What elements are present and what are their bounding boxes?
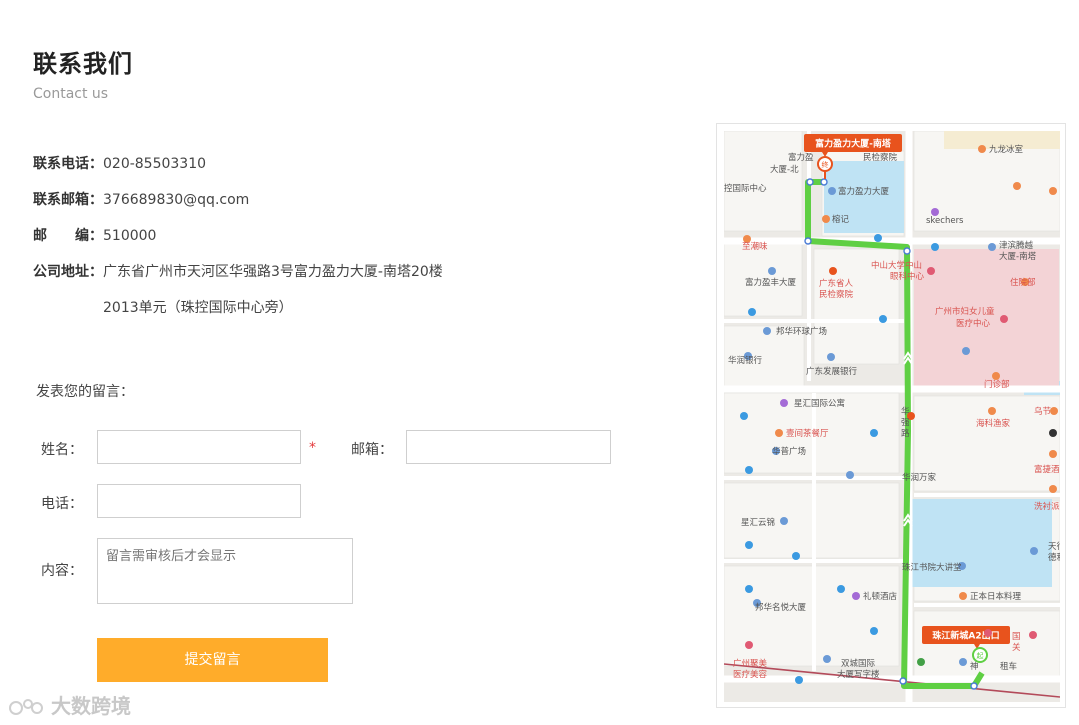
watermark-text: 大数跨境 xyxy=(50,694,131,718)
place-label: 神 xyxy=(970,661,979,672)
place-label: 富力盈力大厦 xyxy=(838,186,890,197)
place-label: 至潮味 xyxy=(742,241,768,252)
place-label: 珠江书院大讲堂 xyxy=(902,562,962,573)
name-input[interactable] xyxy=(97,430,301,464)
place-label: 广州市妇女儿童 xyxy=(935,306,995,317)
place-label: 华润万家 xyxy=(902,472,937,483)
place-label: skechers xyxy=(926,216,964,226)
content-textarea[interactable] xyxy=(97,538,353,604)
zip-value: 510000 xyxy=(103,228,157,244)
place-label: 大厦-北 xyxy=(770,164,799,175)
place-label: 中山大学中山 xyxy=(871,260,922,271)
place-label: 华 xyxy=(901,406,910,417)
place-label: 洗衬派 xyxy=(1034,501,1060,512)
place-label: 控国际中心 xyxy=(724,183,767,194)
phone-row: 联系电话：020-85503310 xyxy=(33,153,206,173)
place-label: 双城国际 xyxy=(841,659,876,669)
place-label: 大厦-南塔 xyxy=(999,251,1037,262)
place-label: 九龙冰室 xyxy=(989,144,1024,155)
address-row: 公司地址：广东省广州市天河区华强路3号富力盈力大厦-南塔20楼 xyxy=(33,261,443,281)
watermark: 大数跨境 xyxy=(8,690,131,719)
place-label: 大厦写字楼 xyxy=(837,669,880,680)
phone-label: 联系电话： xyxy=(33,156,103,172)
place-label: 门诊部 xyxy=(984,379,1010,390)
place-label: 天行 xyxy=(1048,541,1060,552)
address-line2: 2013单元（珠控国际中心旁） xyxy=(103,300,293,316)
email-label: 联系邮箱： xyxy=(33,192,103,208)
place-label: 民检察院 xyxy=(863,152,898,163)
place-label: 乌节 xyxy=(1034,406,1052,417)
place-label: 医疗中心 xyxy=(956,318,991,329)
phone-value: 020-85503310 xyxy=(103,156,207,172)
place-label: 华润银行 xyxy=(728,355,763,366)
zip-label: 邮 编： xyxy=(33,228,103,244)
place-label: 榕记 xyxy=(832,214,850,225)
place-label: 星汇云锦 xyxy=(741,517,775,528)
phone-form-label: 电话： xyxy=(41,496,83,512)
email-form-label: 邮箱： xyxy=(351,442,393,458)
watermark-logo-icon xyxy=(9,698,43,715)
place-label: 住院部 xyxy=(1010,277,1036,288)
place-label: 正本日本料理 xyxy=(970,591,1022,602)
map-canvas: 富力盈力大厦-南塔 终 珠江新城A2出口 起 富力盈 大厦-北 民检察院 九龙冰… xyxy=(724,131,1060,702)
place-label: 眼科中心 xyxy=(890,271,925,282)
required-mark: * xyxy=(309,440,316,456)
address-line1: 广东省广州市天河区华强路3号富力盈力大厦-南塔20楼 xyxy=(103,264,443,280)
email-input[interactable] xyxy=(406,430,611,464)
place-label: 国 xyxy=(1012,632,1021,642)
page-subtitle: Contact us xyxy=(33,86,109,102)
place-label: 华普广场 xyxy=(772,446,806,457)
name-label: 姓名： xyxy=(41,442,83,458)
place-label: 医疗美容 xyxy=(733,669,768,680)
place-label: 路 xyxy=(901,428,910,439)
destination-label: 富力盈力大厦-南塔 xyxy=(815,138,892,150)
place-label: 民检察院 xyxy=(819,289,854,300)
zip-row: 邮 编：510000 xyxy=(33,225,156,245)
place-label: 海科渔家 xyxy=(976,418,1011,429)
place-label: 广东发展银行 xyxy=(806,366,858,377)
place-label: 富捷酒 xyxy=(1034,464,1060,475)
place-label: 强 xyxy=(901,418,910,428)
phone-input[interactable] xyxy=(97,484,301,518)
place-label: 租车 xyxy=(1000,661,1017,672)
place-label: 礼顿酒店 xyxy=(863,591,898,602)
place-label: 德利 xyxy=(1048,552,1060,563)
route-map[interactable]: 富力盈力大厦-南塔 终 珠江新城A2出口 起 富力盈 大厦-北 民检察院 九龙冰… xyxy=(716,123,1066,708)
place-label: 关 xyxy=(1012,642,1021,653)
place-label: 富力盈丰大厦 xyxy=(745,277,797,288)
place-label: 星汇国际公寓 xyxy=(794,398,845,409)
page-title: 联系我们 xyxy=(33,50,133,78)
place-label: 壹间茶餐厅 xyxy=(786,428,829,439)
submit-button[interactable]: 提交留言 xyxy=(97,638,328,682)
place-label: 邦华名悦大厦 xyxy=(755,602,807,613)
start-marker: 起 xyxy=(977,652,984,660)
content-label: 内容： xyxy=(41,563,83,579)
end-marker: 终 xyxy=(822,160,829,169)
place-label: 邦华环球广场 xyxy=(776,326,827,337)
place-label: 广东省人 xyxy=(819,278,854,289)
place-label: 广州聚美 xyxy=(733,658,768,669)
place-label: 津滨腾越 xyxy=(999,240,1034,251)
place-label: 富力盈 xyxy=(788,152,814,163)
email-value: 376689830@qq.com xyxy=(103,192,250,208)
address-label: 公司地址： xyxy=(33,264,103,280)
email-row: 联系邮箱：376689830@qq.com xyxy=(33,189,249,209)
message-heading: 发表您的留言： xyxy=(36,384,134,400)
